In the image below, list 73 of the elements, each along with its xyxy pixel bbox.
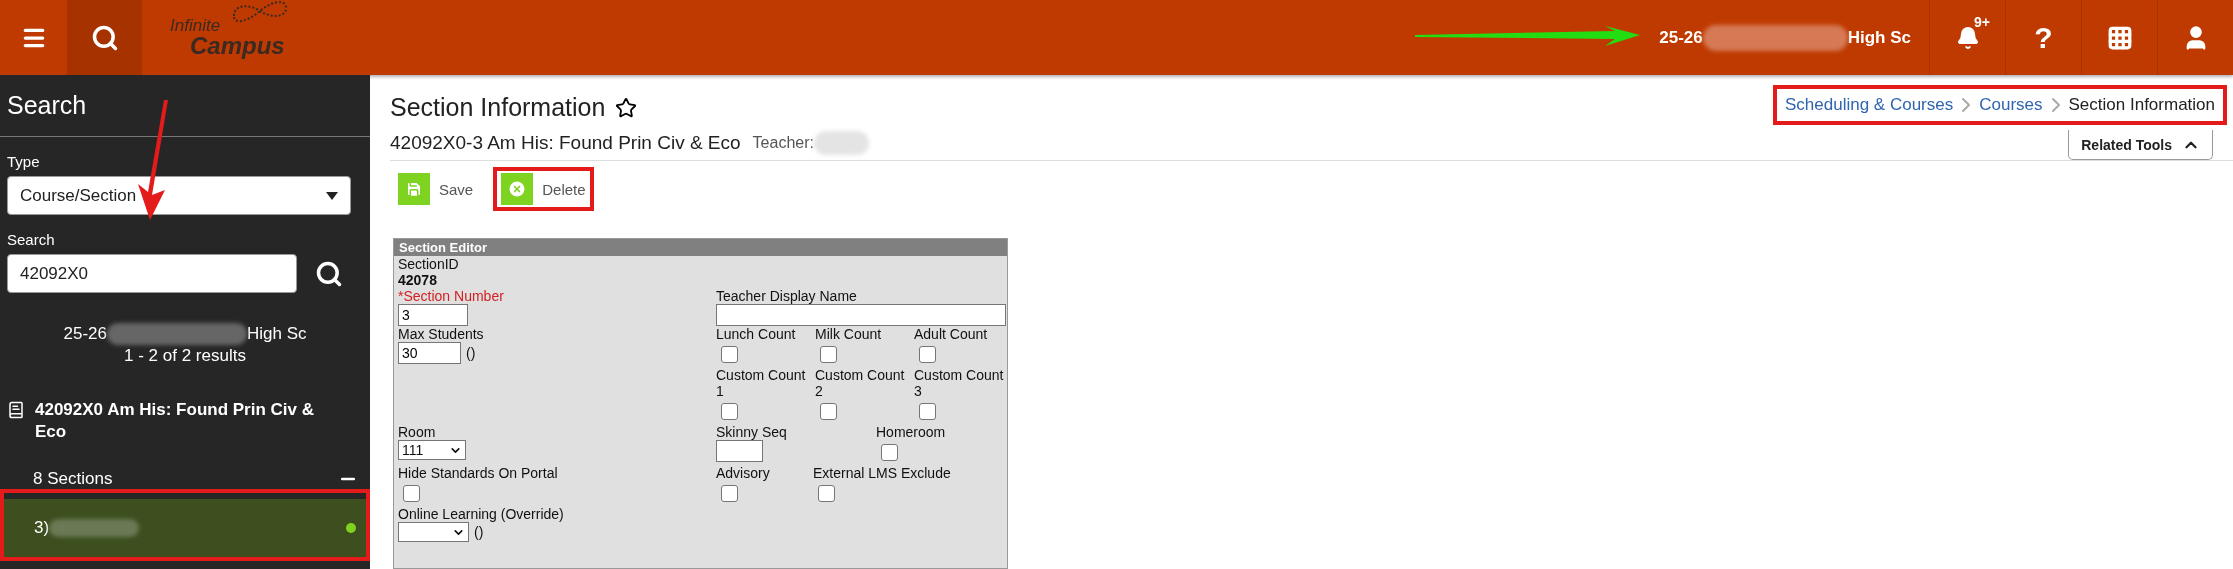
star-icon[interactable] xyxy=(615,96,638,119)
checkbox[interactable] xyxy=(919,346,936,363)
max-students-field[interactable]: 30 xyxy=(398,342,461,364)
checkbox[interactable] xyxy=(403,485,420,502)
floppy-icon xyxy=(405,180,423,198)
field-label: Custom Count 1 xyxy=(716,367,807,399)
related-tools-button[interactable]: Related Tools xyxy=(2068,130,2213,160)
search-field[interactable]: 42092X0 xyxy=(7,254,297,293)
field-label: Lunch Count xyxy=(716,326,797,342)
online-learning-select[interactable] xyxy=(398,522,469,542)
checkbox[interactable] xyxy=(721,403,738,420)
notification-count: 9+ xyxy=(1974,14,1990,30)
sections-count: 8 Sections xyxy=(33,469,113,489)
course-title[interactable]: 42092X0 Am His: Found Prin Civ & Eco xyxy=(35,399,335,443)
breadcrumb-link[interactable]: Courses xyxy=(1979,95,2043,115)
field-label: Max Students xyxy=(398,326,485,342)
field-note: () xyxy=(474,524,484,540)
checkbox[interactable] xyxy=(818,485,835,502)
field-label: Online Learning (Override) xyxy=(398,506,565,522)
section-id: 42078 xyxy=(398,272,438,288)
logo: Infinite Campus xyxy=(170,17,285,58)
field-label: Teacher Display Name xyxy=(716,288,858,304)
field-label: SectionID xyxy=(398,256,460,272)
book-icon xyxy=(7,401,25,419)
field-label: Search xyxy=(6,230,56,250)
field-label: Advisory xyxy=(716,465,771,481)
redacted-blur xyxy=(814,130,869,155)
chevron-icon xyxy=(1961,97,1972,113)
breadcrumb-link[interactable]: Section Information xyxy=(2068,95,2215,115)
field-label: Type xyxy=(6,152,41,172)
teacher-label: Teacher: xyxy=(752,133,814,152)
panel-header: Section Editor xyxy=(394,239,1007,256)
checkbox[interactable] xyxy=(919,403,936,420)
field-label: Milk Count xyxy=(815,326,883,342)
field-label: Custom Count 3 xyxy=(914,367,1005,399)
school-name: High Sc xyxy=(1847,27,1911,48)
search-icon[interactable] xyxy=(315,259,343,288)
search-button[interactable] xyxy=(67,0,142,75)
field-note: () xyxy=(466,345,476,361)
checkbox[interactable] xyxy=(881,444,898,461)
field-label: Custom Count 2 xyxy=(815,367,906,399)
field-label: *Section Number xyxy=(398,288,505,304)
checkbox[interactable] xyxy=(820,403,837,420)
notifications-button[interactable]: 9+ xyxy=(1929,0,2005,75)
skinny-seq-field[interactable] xyxy=(716,440,763,462)
save-button[interactable]: Save xyxy=(398,173,474,205)
school-name: High Sc xyxy=(246,324,307,344)
type-select[interactable]: Course/Section xyxy=(7,176,351,215)
checkbox[interactable] xyxy=(820,346,837,363)
room-select[interactable]: 111 xyxy=(398,440,466,460)
section-item[interactable]: 3) xyxy=(4,499,366,557)
results-count: 1 - 2 of 2 results xyxy=(124,345,246,367)
school-year: 25-26 xyxy=(63,324,107,344)
chevron-icon xyxy=(2050,97,2061,113)
field-label: Skinny Seq xyxy=(716,424,788,440)
section-number-field[interactable]: 3 xyxy=(398,304,468,326)
help-button[interactable]: ? xyxy=(2005,0,2081,75)
school-year: 25-26 xyxy=(1659,27,1703,48)
field-label: Adult Count xyxy=(914,326,989,342)
teacher-name-field[interactable] xyxy=(716,304,1006,326)
field-label: External LMS Exclude xyxy=(813,465,952,481)
field-label: Homeroom xyxy=(876,424,947,440)
field-label: Hide Standards On Portal xyxy=(398,465,559,481)
page-title: Section Information xyxy=(390,93,606,122)
grid-icon xyxy=(2106,24,2133,51)
bell-icon xyxy=(1955,25,1980,50)
breadcrumb-link[interactable]: Scheduling & Courses xyxy=(1785,95,1954,115)
search-icon xyxy=(90,23,119,52)
checkbox[interactable] xyxy=(721,485,738,502)
field-label: Room xyxy=(398,424,437,440)
section-subtitle: 42092X0-3 Am His: Found Prin Civ & Eco xyxy=(390,131,741,154)
checkbox[interactable] xyxy=(721,346,738,363)
delete-icon xyxy=(507,179,528,199)
